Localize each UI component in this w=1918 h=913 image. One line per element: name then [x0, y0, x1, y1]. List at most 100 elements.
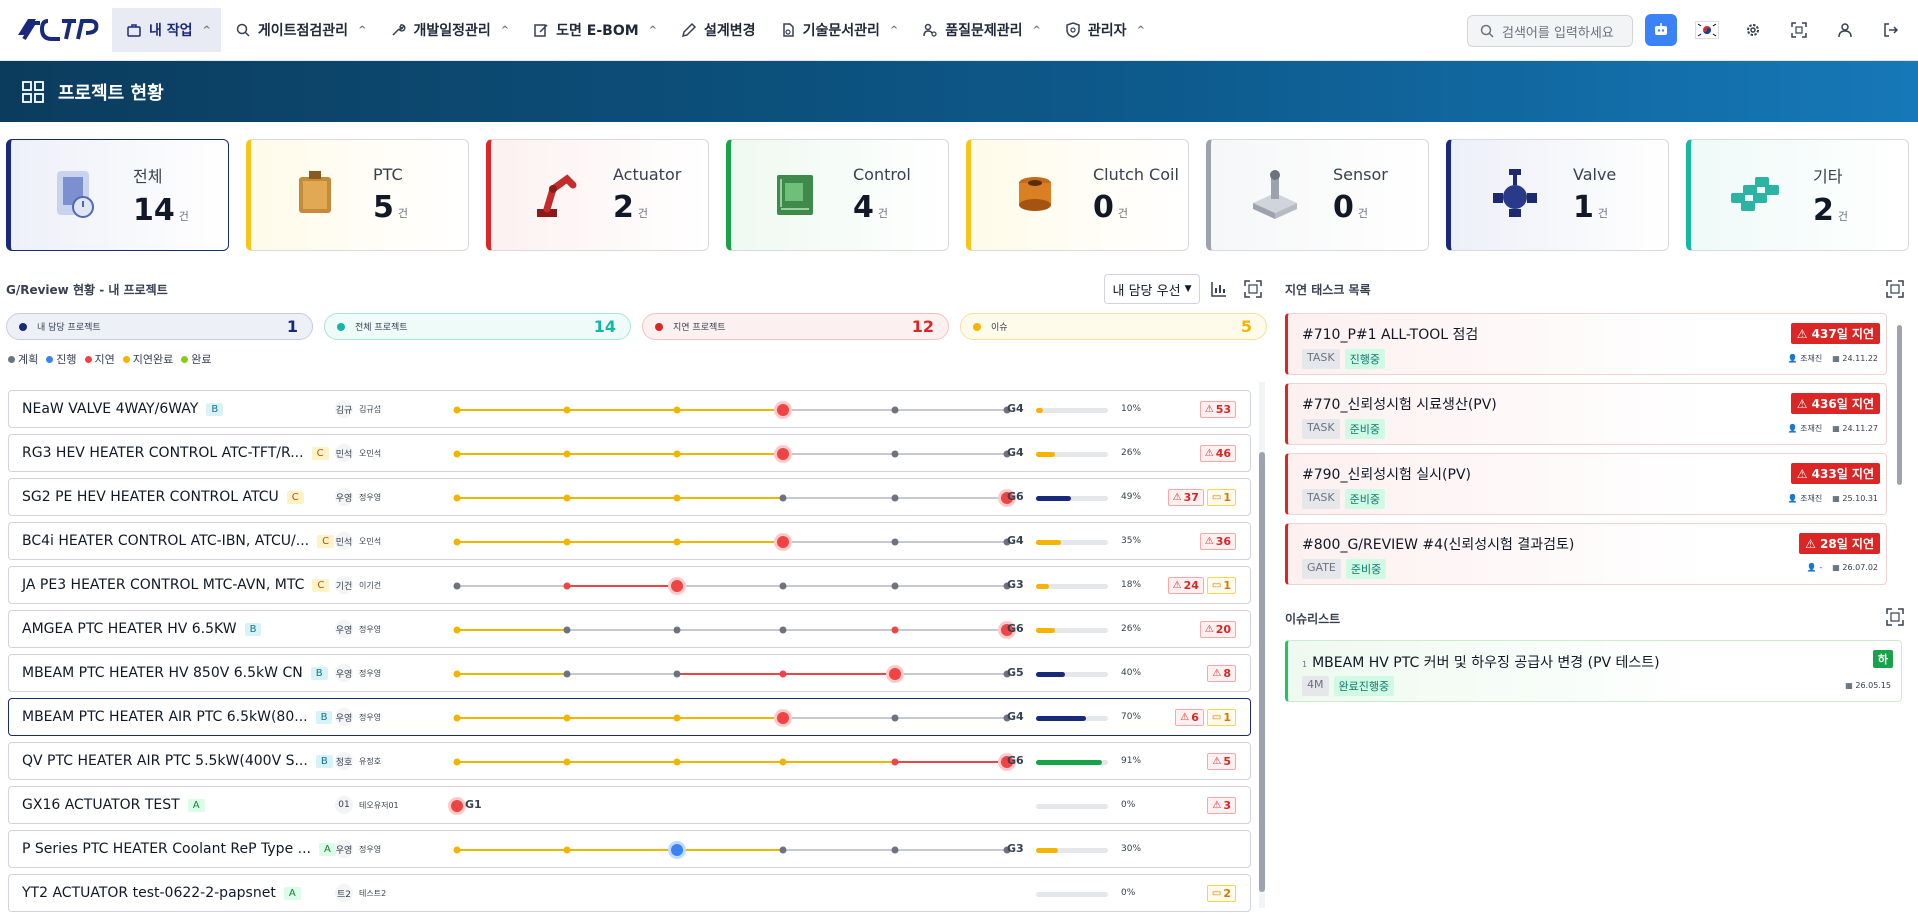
search-icon: [1480, 24, 1494, 38]
project-row[interactable]: SG2 PE HEV HEATER CONTROL ATCU C 우영 정우영 G6 49…: [8, 478, 1251, 516]
category-label: Valve: [1573, 165, 1617, 184]
language-button[interactable]: [1691, 14, 1723, 46]
owner-name: 이기건: [359, 580, 382, 590]
expand-review-button[interactable]: [1244, 280, 1262, 302]
project-row[interactable]: YT2 ACTUATOR test-0622-2-papsnet A 트2 테스트2 0…: [8, 874, 1251, 912]
nav-dev-schedule[interactable]: 개발일정관리 ^: [376, 8, 519, 52]
category-card-clutch-coil[interactable]: Clutch Coil 0 건: [966, 139, 1189, 251]
project-name-text: P Series PTC HEATER Coolant ReP Type ...: [22, 841, 311, 857]
stat-all-projects[interactable]: 전체 프로젝트 14: [324, 313, 631, 340]
project-row[interactable]: JA PE3 HEATER CONTROL MTC-AVN, MTC C 기건 이기건…: [8, 566, 1251, 604]
category-card-sensor[interactable]: Sensor 0 건: [1206, 139, 1429, 251]
project-row[interactable]: MBEAM PTC HEATER HV 850V 6.5kW CN B 우영 정우영 G…: [8, 654, 1251, 692]
issue-item[interactable]: 1 MBEAM HV PTC 커버 및 하우징 공급사 변경 (PV 테스트) 하…: [1285, 640, 1902, 702]
project-owner: 김규 김규섭: [335, 400, 381, 418]
project-row[interactable]: NEaW VALVE 4WAY/6WAY B 김규 김규섭 G4 10% ⚠ 53: [8, 390, 1251, 428]
issue-title: 1 MBEAM HV PTC 커버 및 하우징 공급사 변경 (PV 테스트): [1302, 652, 1660, 672]
delayed-task-item[interactable]: #710_P#1 ALL-TOOL 점검 ⚠ 437일 지연 TASK 진행중 👤 조재…: [1285, 313, 1887, 375]
gate-node: [563, 846, 571, 854]
project-name: MBEAM PTC HEATER HV 850V 6.5kW CN B: [22, 665, 328, 681]
chevron-up-icon: ^: [648, 24, 658, 36]
logout-button[interactable]: [1875, 14, 1907, 46]
nav-gate-check[interactable]: 게이트점검관리 ^: [221, 8, 377, 52]
shield-icon: [1065, 22, 1081, 38]
review-title: G/Review 현황 - 내 프로젝트: [6, 283, 168, 297]
nav-drawing-ebom[interactable]: 도면 E-BOM ^: [519, 8, 667, 52]
delayed-task-item[interactable]: #770_신뢰성시험 시료생산(PV) ⚠ 436일 지연 TASK 준비중 👤 조재진…: [1285, 383, 1887, 445]
category-card-control[interactable]: Control 4 건: [726, 139, 949, 251]
nav-tech-docs[interactable]: 기술문서관리 ^: [766, 8, 909, 52]
gate-node: [891, 450, 899, 458]
expand-delayed-button[interactable]: [1886, 280, 1904, 302]
app-logo[interactable]: [0, 0, 112, 61]
nav-my-work[interactable]: 내 작업 ^: [112, 8, 221, 52]
bar-chart-icon: [1211, 282, 1226, 297]
ai-assistant-button[interactable]: [1645, 14, 1677, 46]
owner-name: 정우영: [359, 624, 382, 634]
comment-icon: ▭: [1211, 712, 1222, 723]
gate-progress-track: [453, 577, 1011, 595]
gate-progress-track: [453, 709, 1011, 727]
profile-button[interactable]: [1829, 14, 1861, 46]
category-card-all[interactable]: 전체 14 건: [6, 139, 229, 251]
warning-icon: ⚠: [1172, 492, 1182, 503]
calendar-icon: ▦: [1832, 424, 1843, 433]
owner-name: 김규섭: [359, 404, 382, 414]
project-row[interactable]: MBEAM PTC HEATER AIR PTC 6.5kW(80... B 우영 정…: [8, 698, 1251, 736]
project-row[interactable]: P Series PTC HEATER Coolant ReP Type ...…: [8, 830, 1251, 868]
stat-value: 14: [593, 317, 616, 336]
project-row[interactable]: BC4i HEATER CONTROL ATC-IBN, ATCU/... C 민석…: [8, 522, 1251, 560]
stat-issues[interactable]: 이슈 5: [960, 313, 1267, 340]
delay-count: 6: [1191, 711, 1199, 724]
task-owner-name: 조재진: [1800, 424, 1823, 433]
sort-dropdown[interactable]: 내 담당 우선 ▼: [1104, 274, 1200, 304]
task-owner-name: -: [1819, 563, 1823, 572]
count-unit: 건: [1117, 207, 1128, 220]
legend-label: 계획: [18, 353, 39, 366]
category-count: 1: [1573, 190, 1594, 225]
settings-button[interactable]: [1737, 14, 1769, 46]
category-label: Clutch Coil: [1093, 165, 1179, 184]
project-row[interactable]: GX16 ACTUATOR TEST A 01 테오유저01 G1 0% ⚠ 3: [8, 786, 1251, 824]
search-box[interactable]: 검색어를 입력하세요: [1467, 15, 1633, 47]
project-row[interactable]: QV PTC HEATER AIR PTC 5.5kW(400V S... B 정호…: [8, 742, 1251, 780]
project-name-text: MBEAM PTC HEATER HV 850V 6.5kW CN: [22, 665, 303, 681]
progress-percent: 91%: [1121, 756, 1142, 766]
chart-view-button[interactable]: [1210, 280, 1228, 302]
gate-node: [779, 494, 787, 502]
category-card-valve[interactable]: Valve 1 건: [1446, 139, 1669, 251]
project-name-text: YT2 ACTUATOR test-0622-2-papsnet: [22, 885, 276, 901]
fullscreen-button[interactable]: [1783, 14, 1815, 46]
delayed-task-item[interactable]: #800_G/REVIEW #4(신뢰성시험 결과검토) ⚠ 28일 지연 GATE…: [1285, 523, 1887, 585]
avatar: 우영: [335, 488, 353, 506]
nav-design-change[interactable]: 설계변경^: [667, 8, 766, 52]
nav-quality-issues[interactable]: 품질문제관리 ^: [908, 8, 1051, 52]
project-name-text: MBEAM PTC HEATER AIR PTC 6.5kW(80...: [22, 709, 308, 725]
grade-badge: B: [310, 667, 328, 680]
category-label: PTC: [373, 165, 403, 184]
stat-delayed-projects[interactable]: 지연 프로젝트 12: [642, 313, 949, 340]
category-card-ptc[interactable]: PTC 5 건: [246, 139, 469, 251]
gate-progress-track: [441, 881, 1021, 907]
nav-admin[interactable]: 관리자 ^: [1051, 8, 1155, 52]
issue-badge: ▭ 1: [1206, 709, 1236, 726]
project-name-text: AMGEA PTC HEATER HV 6.5KW: [22, 621, 237, 637]
legend-dot: [8, 356, 15, 363]
category-card-other[interactable]: 기타 2 건: [1686, 139, 1909, 251]
progress-bar: [1036, 496, 1108, 501]
user-icon: 👤: [1787, 354, 1801, 363]
task-owner: 👤 조재진: [1788, 493, 1823, 504]
expand-issues-button[interactable]: [1886, 608, 1904, 630]
stat-my-projects[interactable]: 내 담당 프로젝트 1: [6, 313, 313, 340]
delayed-task-item[interactable]: #790_신뢰성시험 실시(PV) ⚠ 433일 지연 TASK 준비중 👤 조재진 ▦ …: [1285, 453, 1887, 515]
delay-days-text: 437일 지연: [1811, 327, 1874, 341]
warning-icon: ⚠: [1212, 668, 1222, 679]
category-card-actuator[interactable]: Actuator 2 건: [486, 139, 709, 251]
project-list-scrollbar[interactable]: [1259, 382, 1265, 908]
project-row[interactable]: AMGEA PTC HEATER HV 6.5KW B 우영 정우영 G6 26% ⚠ 20: [8, 610, 1251, 648]
owner-name: 정우영: [359, 492, 382, 502]
delayed-task-scrollbar[interactable]: [1896, 313, 1902, 583]
valve-icon: [1483, 163, 1547, 227]
issue-date: ▦ 26.05.15: [1845, 681, 1891, 690]
project-row[interactable]: RG3 HEV HEATER CONTROL ATC-TFT/R... C 민석 오민…: [8, 434, 1251, 472]
